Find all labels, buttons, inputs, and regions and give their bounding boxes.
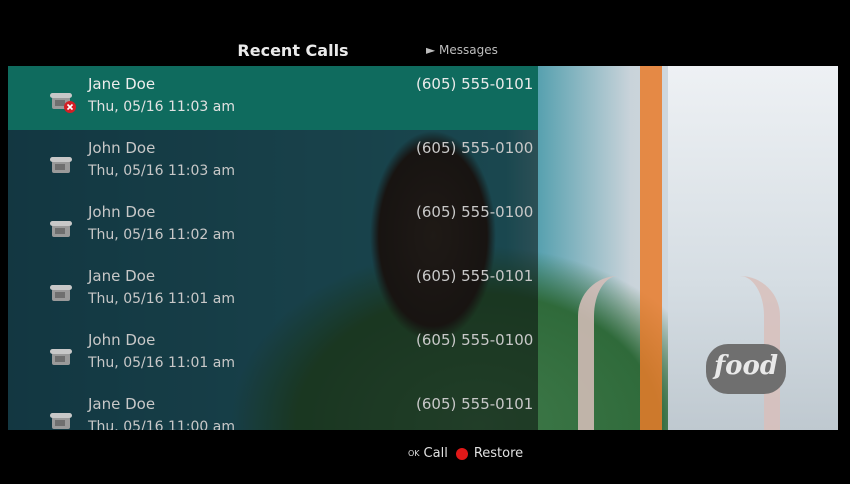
page-title: Recent Calls — [237, 41, 349, 60]
call-timestamp: Thu. 05/16 11:00 am — [88, 419, 236, 430]
phone-icon — [48, 280, 78, 306]
ok-key-icon: OK — [408, 449, 420, 458]
restore-action-label[interactable]: Restore — [474, 446, 523, 461]
channel-logo: food — [706, 344, 786, 394]
recent-calls-list: Jane Doe Thu, 05/16 11:03 am (605) 555-0… — [8, 66, 538, 430]
phone-icon — [48, 152, 78, 178]
red-button-icon — [455, 447, 468, 460]
call-timestamp: Thu, 05/16 11:03 am — [88, 99, 236, 115]
call-list-item[interactable]: Jane Doe Thu, 05/16 11:01 am (605) 555-0… — [8, 258, 538, 322]
call-list-item[interactable]: John Doe Thu, 05/16 11:02 am (605) 555-0… — [8, 194, 538, 258]
caller-name: Jane Doe — [88, 267, 156, 285]
caller-name: John Doe — [88, 203, 156, 221]
caller-phone-number: (605) 555-0101 — [416, 267, 534, 285]
call-list-item[interactable]: Jane Doe Thu, 05/16 11:03 am (605) 555-0… — [8, 66, 538, 130]
caller-name: John Doe — [88, 139, 156, 157]
caller-name: Jane Doe — [88, 395, 156, 413]
call-timestamp: Thu, 05/16 11:01 am — [88, 291, 236, 307]
call-list-item[interactable]: Jane Doe Thu. 05/16 11:00 am (605) 555-0… — [8, 386, 538, 430]
call-list-item[interactable]: John Doe Thu, 05/16 11:03 am (605) 555-0… — [8, 130, 538, 194]
caller-name: Jane Doe — [88, 75, 156, 93]
phone-icon — [48, 344, 78, 370]
call-action-label[interactable]: Call — [424, 446, 448, 461]
caller-phone-number: (605) 555-0101 — [416, 395, 534, 413]
caller-phone-number: (605) 555-0100 — [416, 331, 534, 349]
button-legend: OK Call Restore — [408, 446, 523, 466]
phone-icon — [48, 408, 78, 430]
call-timestamp: Thu, 05/16 11:02 am — [88, 227, 236, 243]
call-timestamp: Thu, 05/16 11:01 am — [88, 355, 236, 371]
header-bar: Recent Calls ► Messages — [8, 34, 838, 66]
caller-phone-number: (605) 555-0101 — [416, 75, 534, 93]
call-timestamp: Thu, 05/16 11:03 am — [88, 163, 236, 179]
phone-icon — [48, 216, 78, 242]
tab-messages[interactable]: ► Messages — [426, 43, 498, 57]
caller-phone-number: (605) 555-0100 — [416, 203, 534, 221]
caller-phone-number: (605) 555-0100 — [416, 139, 534, 157]
call-list-item[interactable]: John Doe Thu, 05/16 11:01 am (605) 555-0… — [8, 322, 538, 386]
caller-name: John Doe — [88, 331, 156, 349]
phone-icon — [48, 88, 78, 114]
